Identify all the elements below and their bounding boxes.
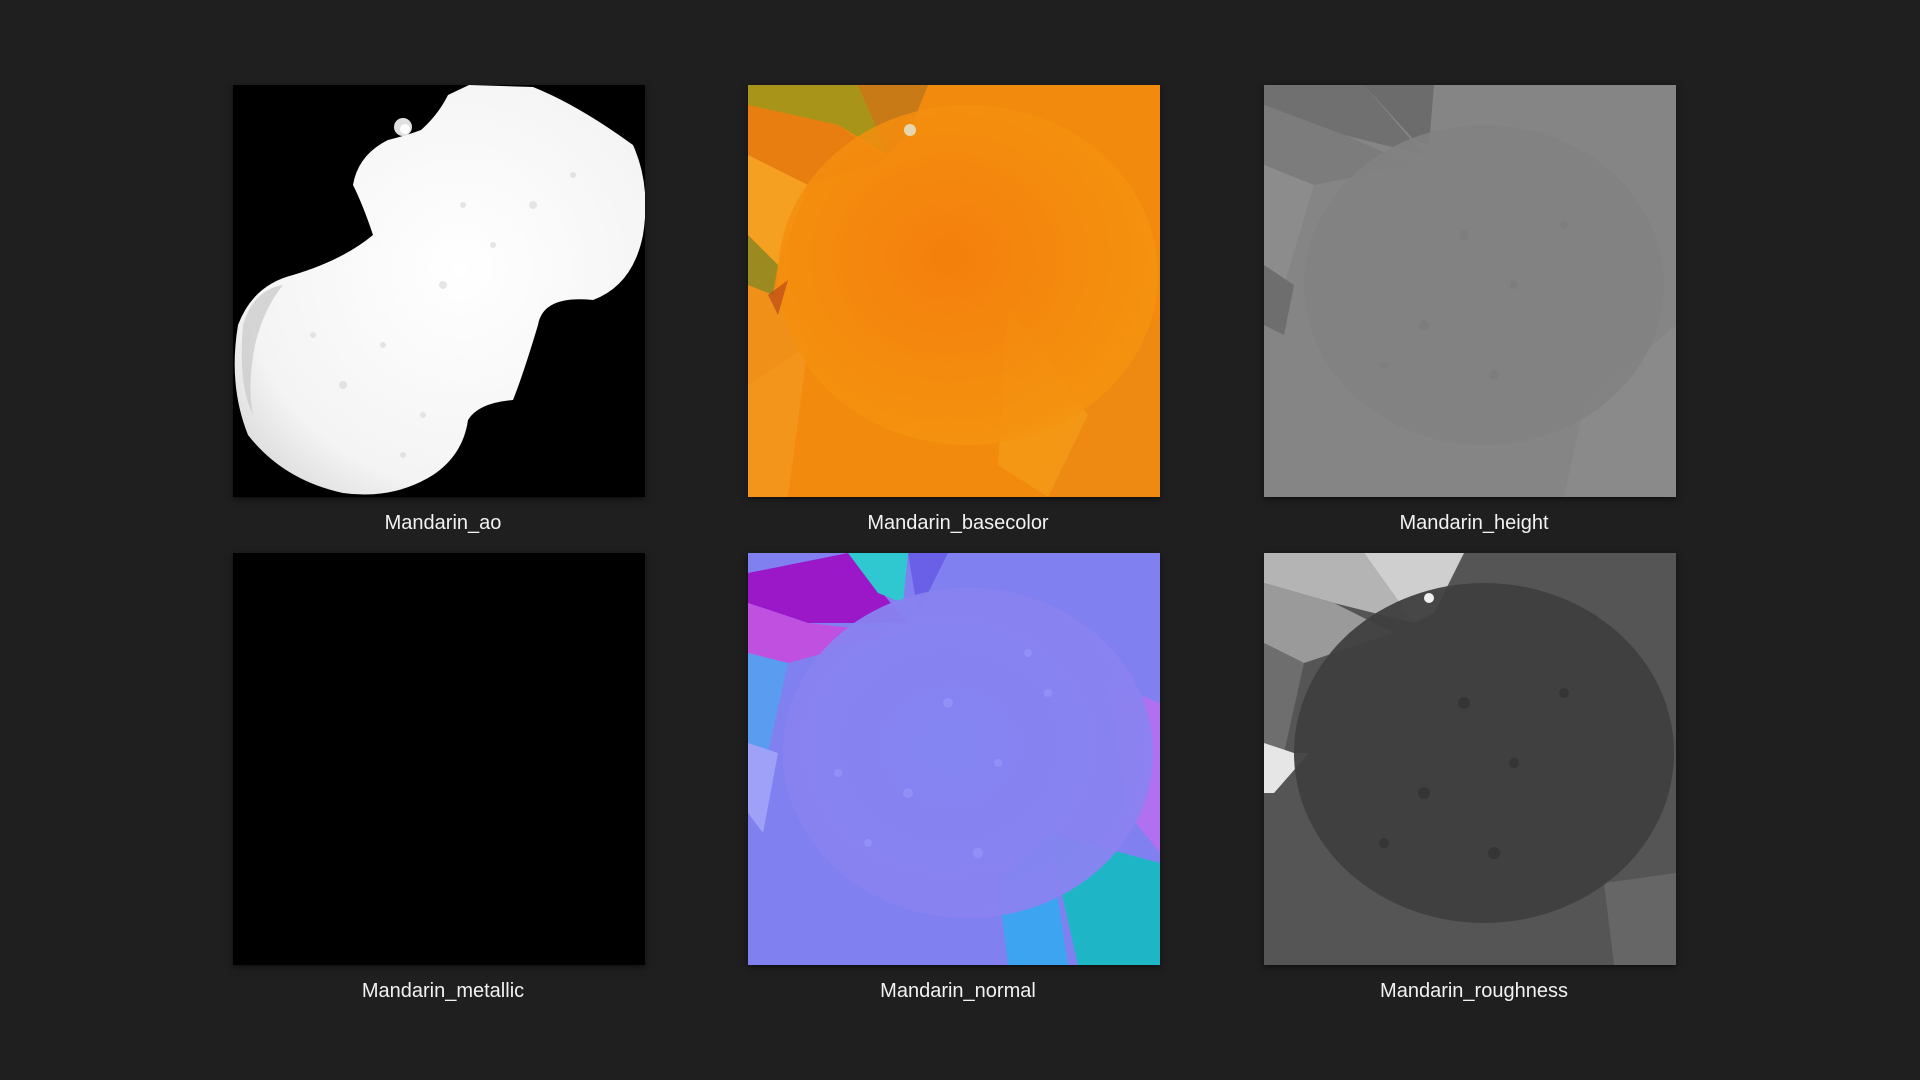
height-map-thumbnail [1264,85,1676,497]
file-name-label: Mandarin_normal [880,980,1036,1002]
file-tile-basecolor[interactable]: Mandarin_basecolor [748,85,1160,575]
file-name-label: Mandarin_height [1399,512,1549,534]
normal-map-thumbnail [748,553,1160,965]
file-tile-height[interactable]: Mandarin_height [1264,85,1676,575]
file-explorer-thumbnail-view: Mandarin_ao Mandarin_basecolor Mandarin_… [0,0,1920,1080]
ao-map-thumbnail [233,85,645,497]
basecolor-map-thumbnail [748,85,1160,497]
file-tile-roughness[interactable]: Mandarin_roughness [1264,553,1676,1043]
metallic-map-thumbnail [233,553,645,965]
file-name-label: Mandarin_basecolor [867,512,1049,534]
roughness-map-thumbnail [1264,553,1676,965]
file-tile-metallic[interactable]: Mandarin_metallic [233,553,645,1043]
file-tile-normal[interactable]: Mandarin_normal [748,553,1160,1043]
file-name-label: Mandarin_metallic [361,980,525,1002]
file-tile-ao[interactable]: Mandarin_ao [233,85,645,575]
file-name-label: Mandarin_roughness [1380,980,1568,1002]
file-name-label: Mandarin_ao [384,512,502,534]
